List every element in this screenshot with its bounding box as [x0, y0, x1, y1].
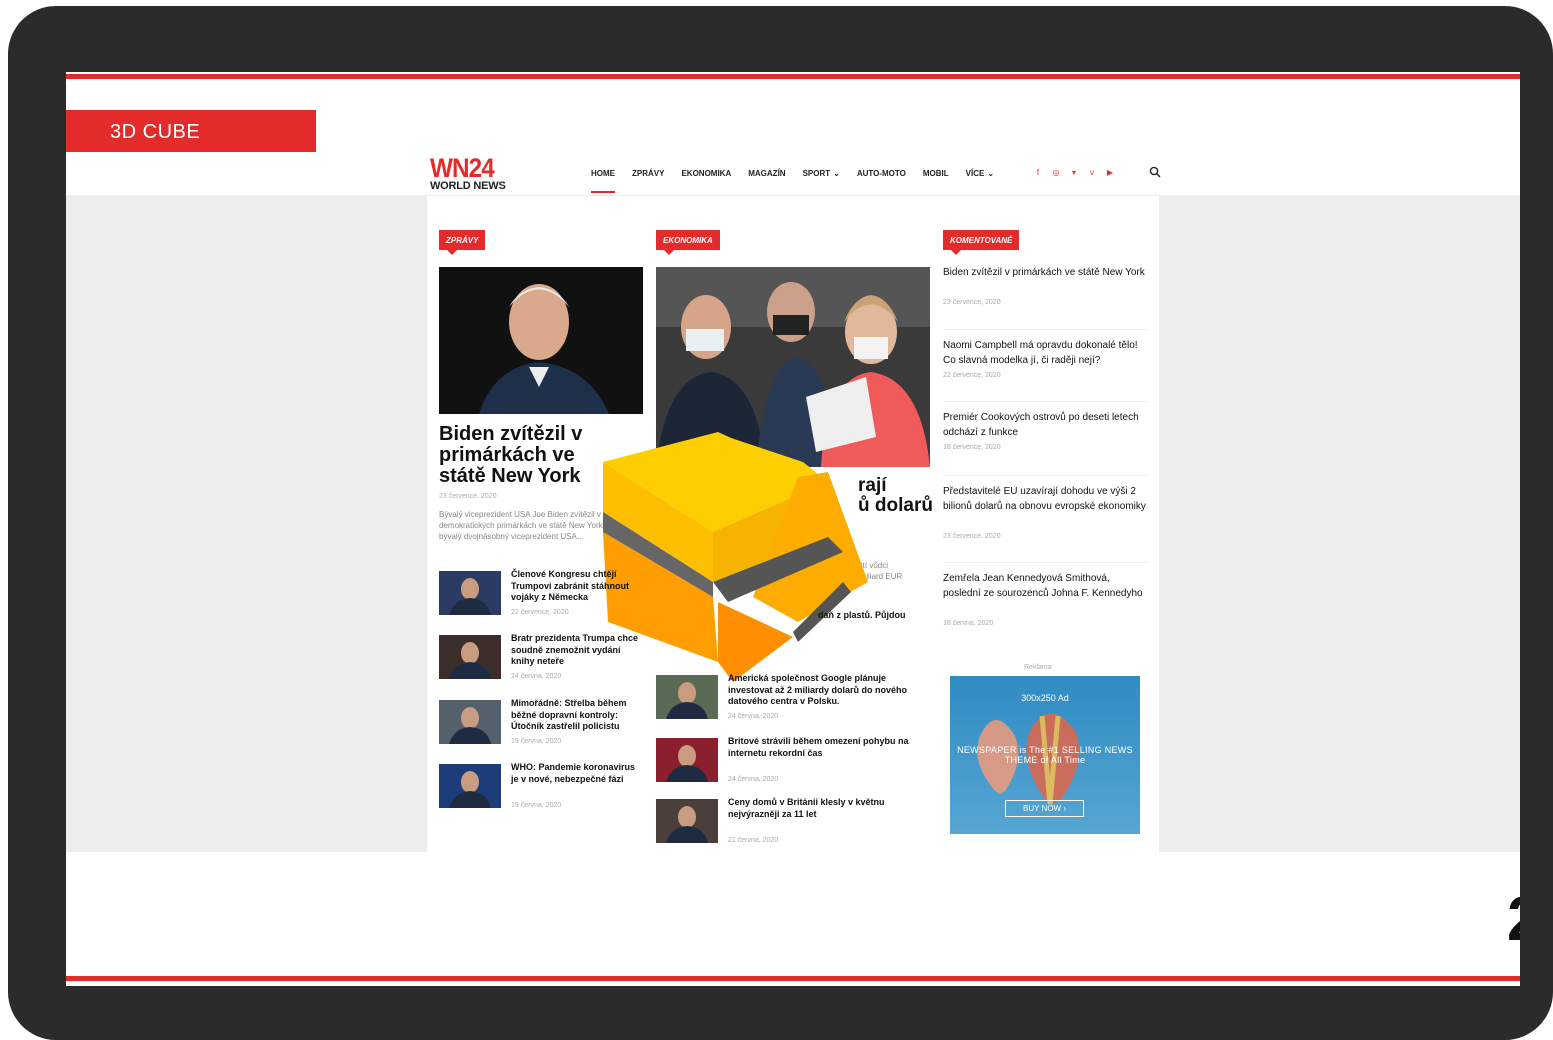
nav-label: ZPRÁVY	[632, 169, 665, 178]
nav-label: EKONOMIKA	[681, 169, 732, 178]
komentovane-item-3-title[interactable]: Premiér Cookových ostrovů po deseti lete…	[943, 411, 1148, 440]
ad-text: NEWSPAPER is The #1 SELLING NEWS THEME o…	[957, 745, 1133, 765]
youtube-icon[interactable]: ▶	[1106, 169, 1114, 177]
ekonomika-item-4-title[interactable]: Ceny domů v Británii klesly v květnu nej…	[728, 797, 918, 820]
ekonomika-item-2-title[interactable]: Americká společnost Google plánuje inves…	[728, 673, 918, 708]
ekonomika-item-2-thumbnail[interactable]	[656, 675, 718, 719]
search-icon[interactable]	[1149, 166, 1161, 178]
komentovane-item-5-date: 18 června, 2020	[943, 619, 994, 627]
bottom-red-line	[66, 976, 1520, 981]
zpravy-item-1-title[interactable]: Členové Kongresu chtějí Trumpovi zabráni…	[511, 569, 641, 604]
vimeo-icon[interactable]: v	[1088, 169, 1096, 177]
nav-label: MOBIL	[922, 169, 949, 178]
zpravy-item-2-title[interactable]: Bratr prezidenta Trumpa chce soudně znem…	[511, 633, 641, 668]
nav-label: AUTO-MOTO	[856, 169, 906, 178]
ekonomika-item-2-date: 24 června, 2020	[728, 713, 779, 720]
komentovane-item-1-title[interactable]: Biden zvítězil v primárkách ve státě New…	[943, 266, 1148, 281]
ekonomika-item-4-date: 21 června, 2020	[728, 837, 779, 844]
screen: 3D CUBE WN24 WORLD NEWS HOME ZPRÁVY EKONOM…	[66, 72, 1520, 986]
facebook-icon[interactable]: f	[1034, 169, 1042, 177]
buy-now-button[interactable]: BUY NOW ›	[1005, 800, 1084, 817]
divider	[943, 401, 1148, 402]
corner-digit: 2	[1507, 890, 1520, 950]
zpravy-item-1-date: 22 července, 2020	[511, 609, 569, 616]
category-zpravy[interactable]: ZPRÁVY	[439, 230, 486, 255]
komentovane-item-5-title[interactable]: Zemřela Jean Kennedyová Smithová, posled…	[943, 572, 1148, 601]
nav-label: MAGAZÍN	[748, 169, 786, 178]
nav-label: HOME	[591, 169, 615, 178]
zpravy-item-4-date: 19 června, 2020	[511, 802, 562, 809]
nav-item-mobil[interactable]: MOBIL	[923, 169, 949, 178]
ad-size: 300x250 Ad	[1021, 693, 1069, 703]
divider	[943, 562, 1148, 563]
ekonomika-item-3-date: 24 června, 2020	[728, 776, 779, 783]
nav-item-více[interactable]: VÍCE ⌄	[966, 169, 994, 178]
main-nav: HOME ZPRÁVY EKONOMIKA MAGAZÍN SPORT ⌄ AUTO-MOT…	[591, 169, 1011, 193]
komentovane-item-1-date: 23 července, 2020	[943, 299, 1001, 306]
ad-label: Reklama	[1024, 664, 1052, 671]
twitter-icon[interactable]: ▾	[1070, 169, 1078, 177]
site-logo[interactable]: WN24 WORLD NEWS	[430, 155, 506, 192]
nav-item-auto-moto[interactable]: AUTO-MOTO	[857, 169, 906, 178]
nav-label: VÍCE	[965, 169, 985, 178]
zpravy-item-4-thumbnail[interactable]	[439, 764, 501, 808]
nav-item-ekonomika[interactable]: EKONOMIKA	[681, 169, 731, 178]
zpravy-item-4-title[interactable]: WHO: Pandemie koronavirus je v nové, neb…	[511, 762, 641, 785]
ekonomika-item-3-title[interactable]: Britové strávili během omezení pohybu na…	[728, 736, 918, 759]
nav-item-magazín[interactable]: MAGAZÍN	[748, 169, 785, 178]
nav-label: SPORT	[802, 169, 831, 178]
nav-item-home[interactable]: HOME	[591, 169, 615, 193]
zpravy-item-3-thumbnail[interactable]	[439, 700, 501, 744]
zpravy-main-date: 23 července, 2020	[439, 493, 497, 500]
komentovane-item-4-date: 23 července, 2020	[943, 532, 1001, 540]
nav-item-sport[interactable]: SPORT ⌄	[803, 169, 840, 178]
nav-item-zprávy[interactable]: ZPRÁVY	[632, 169, 664, 178]
badge-3d-cube: 3D CUBE	[66, 110, 316, 152]
chevron-down-icon: ⌄	[987, 169, 995, 178]
device-frame: 3D CUBE WN24 WORLD NEWS HOME ZPRÁVY EKONOM…	[8, 6, 1553, 1040]
divider	[943, 475, 1148, 476]
top-red-line	[66, 74, 1520, 79]
biden-photo[interactable]	[439, 267, 643, 414]
category-ekonomika[interactable]: EKONOMIKA	[656, 230, 720, 255]
ekonomika-item-1-title[interactable]: daň z plastů. Půjdou	[818, 610, 948, 622]
komentovane-item-4-title[interactable]: Představitelé EU uzavírají dohodu ve výš…	[943, 485, 1148, 514]
logo-main: WN24	[430, 153, 495, 183]
social-icons: f ◎ ▾ v ▶	[1034, 169, 1114, 177]
zpravy-item-3-title[interactable]: Mimořádně: Střelba během běžné dopravní …	[511, 698, 641, 733]
zpravy-item-1-thumbnail[interactable]	[439, 571, 501, 615]
chevron-down-icon: ⌄	[833, 169, 840, 178]
category-komentovane[interactable]: KOMENTOVANÉ	[943, 230, 1020, 255]
komentovane-item-2-date: 22 července, 2020	[943, 372, 1001, 379]
zpravy-item-2-thumbnail[interactable]	[439, 635, 501, 679]
ad-banner[interactable]: 300x250 Ad NEWSPAPER is The #1 SELLING N…	[950, 676, 1140, 834]
ekonomika-item-3-thumbnail[interactable]	[656, 738, 718, 782]
zpravy-item-2-date: 24 června, 2020	[511, 673, 562, 680]
divider	[943, 329, 1148, 330]
komentovane-item-3-date: 18 července, 2020	[943, 444, 1001, 451]
komentovane-item-2-title[interactable]: Naomi Campbell má opravdu dokonalé tělo!…	[943, 339, 1148, 368]
instagram-icon[interactable]: ◎	[1052, 169, 1060, 177]
ekonomika-item-4-thumbnail[interactable]	[656, 799, 718, 843]
zpravy-item-3-date: 19 června, 2020	[511, 738, 562, 745]
